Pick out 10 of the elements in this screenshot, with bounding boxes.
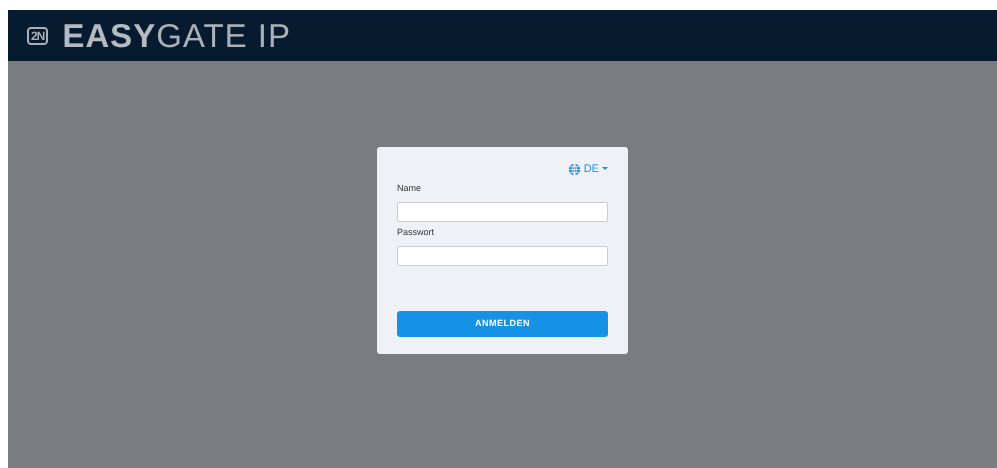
app-title: EASYGATE IP xyxy=(62,19,291,52)
field-label: Name xyxy=(397,182,422,194)
password-field[interactable] xyxy=(397,246,608,266)
caret-icon xyxy=(602,167,608,172)
language-dropdown[interactable]: DE xyxy=(568,161,608,178)
field-label: Passwort xyxy=(397,226,436,239)
logo-badge: 2N xyxy=(27,26,48,44)
login-button[interactable]: ANMELDEN xyxy=(397,310,608,336)
globe-icon xyxy=(568,162,581,176)
name-field[interactable] xyxy=(397,202,608,222)
